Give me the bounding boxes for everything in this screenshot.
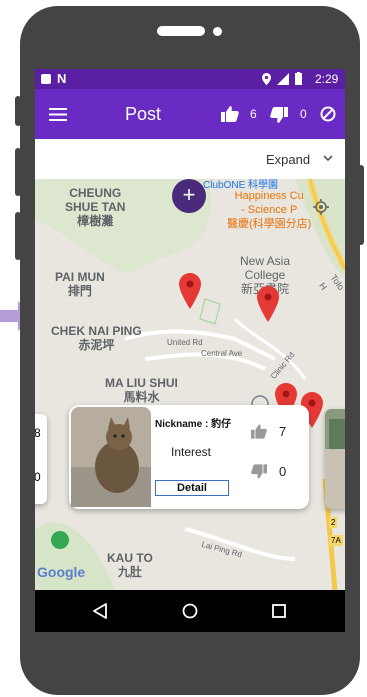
phone-side-button [15,96,21,126]
map-pin-icon[interactable] [179,273,201,309]
post-photo [71,407,151,507]
phone-speaker [157,26,205,36]
phone-camera [213,27,222,36]
map-label-kau-to: KAU TO 九肚 [107,551,153,579]
card-left-bottom-value: 0 [35,470,41,484]
google-logo: Google [37,564,86,580]
notification-n-icon: N [57,71,67,86]
road-badge: 7A [329,535,343,546]
phone-volume-up [15,148,21,196]
like-count: 6 [250,107,257,121]
map-view[interactable]: CHEUNG SHUE TAN 樟樹灘 PAI MUN 排門 CHEK NAI … [35,179,345,590]
map-label-happiness-science: Happiness Cu - Science P 醫慶(科學園分店) [227,190,312,230]
my-location-icon[interactable] [313,199,329,215]
map-label-central-ave: Central Ave [201,349,243,358]
post-card[interactable]: Nickname : 豹仔 Interest Detail 7 0 [69,405,309,509]
thumbs-up-icon[interactable] [221,106,239,122]
post-photo-right [325,409,345,509]
phone-power-button [358,165,364,245]
chevron-down-icon[interactable] [323,155,333,162]
card-thumbs-up-icon[interactable] [251,424,267,439]
location-icon [262,73,271,85]
add-button[interactable]: + [172,179,206,213]
road-badge: 2 [329,517,338,528]
phone-screen: N 2:29 Post 6 0 Expand CHEUNG SHUE TAN 樟… [35,69,345,632]
map-background [35,179,345,590]
green-map-marker [51,531,69,549]
map-label-pai-mun: PAI MUN 排門 [55,270,105,298]
map-pin-icon[interactable] [257,286,279,322]
map-label-ma-liu-shui: MA LIU SHUI 馬料水 [105,376,178,404]
card-dislike-count: 0 [279,464,287,479]
post-description: Interest [171,445,212,459]
thumbs-down-icon[interactable] [270,107,288,123]
page-title: Post [125,104,162,124]
phone-volume-down [15,212,21,260]
map-label-chek-nai-ping: CHEK NAI PING 赤泥坪 [51,324,142,352]
status-bar: N 2:29 [35,69,345,89]
battery-icon [295,72,302,85]
home-icon[interactable] [182,603,198,619]
status-time: 2:29 [315,72,339,86]
back-icon[interactable] [93,603,107,619]
post-card-right[interactable] [325,409,345,509]
expand-bar: Expand [35,139,345,180]
app-bar: Post 6 0 [35,89,345,139]
post-nickname: Nickname : 豹仔 [155,419,232,430]
detail-button[interactable]: Detail [155,480,229,496]
map-label-united-rd: United Rd [167,338,203,347]
card-left-top-value: 8 [35,426,41,440]
card-thumbs-down-icon[interactable] [251,464,267,479]
card-like-count: 7 [279,424,287,439]
block-icon[interactable] [320,106,336,122]
expand-button[interactable]: Expand [266,152,310,167]
dislike-count: 0 [300,107,307,121]
menu-icon[interactable] [49,108,67,121]
recents-icon[interactable] [272,604,286,618]
map-label-cheung-shue-tan: CHEUNG SHUE TAN 樟樹灘 [65,186,126,228]
signal-icon [277,73,289,85]
system-nav-bar [35,590,345,632]
notification-square-icon [41,74,51,84]
post-card-left[interactable]: 8 0 [35,414,47,504]
